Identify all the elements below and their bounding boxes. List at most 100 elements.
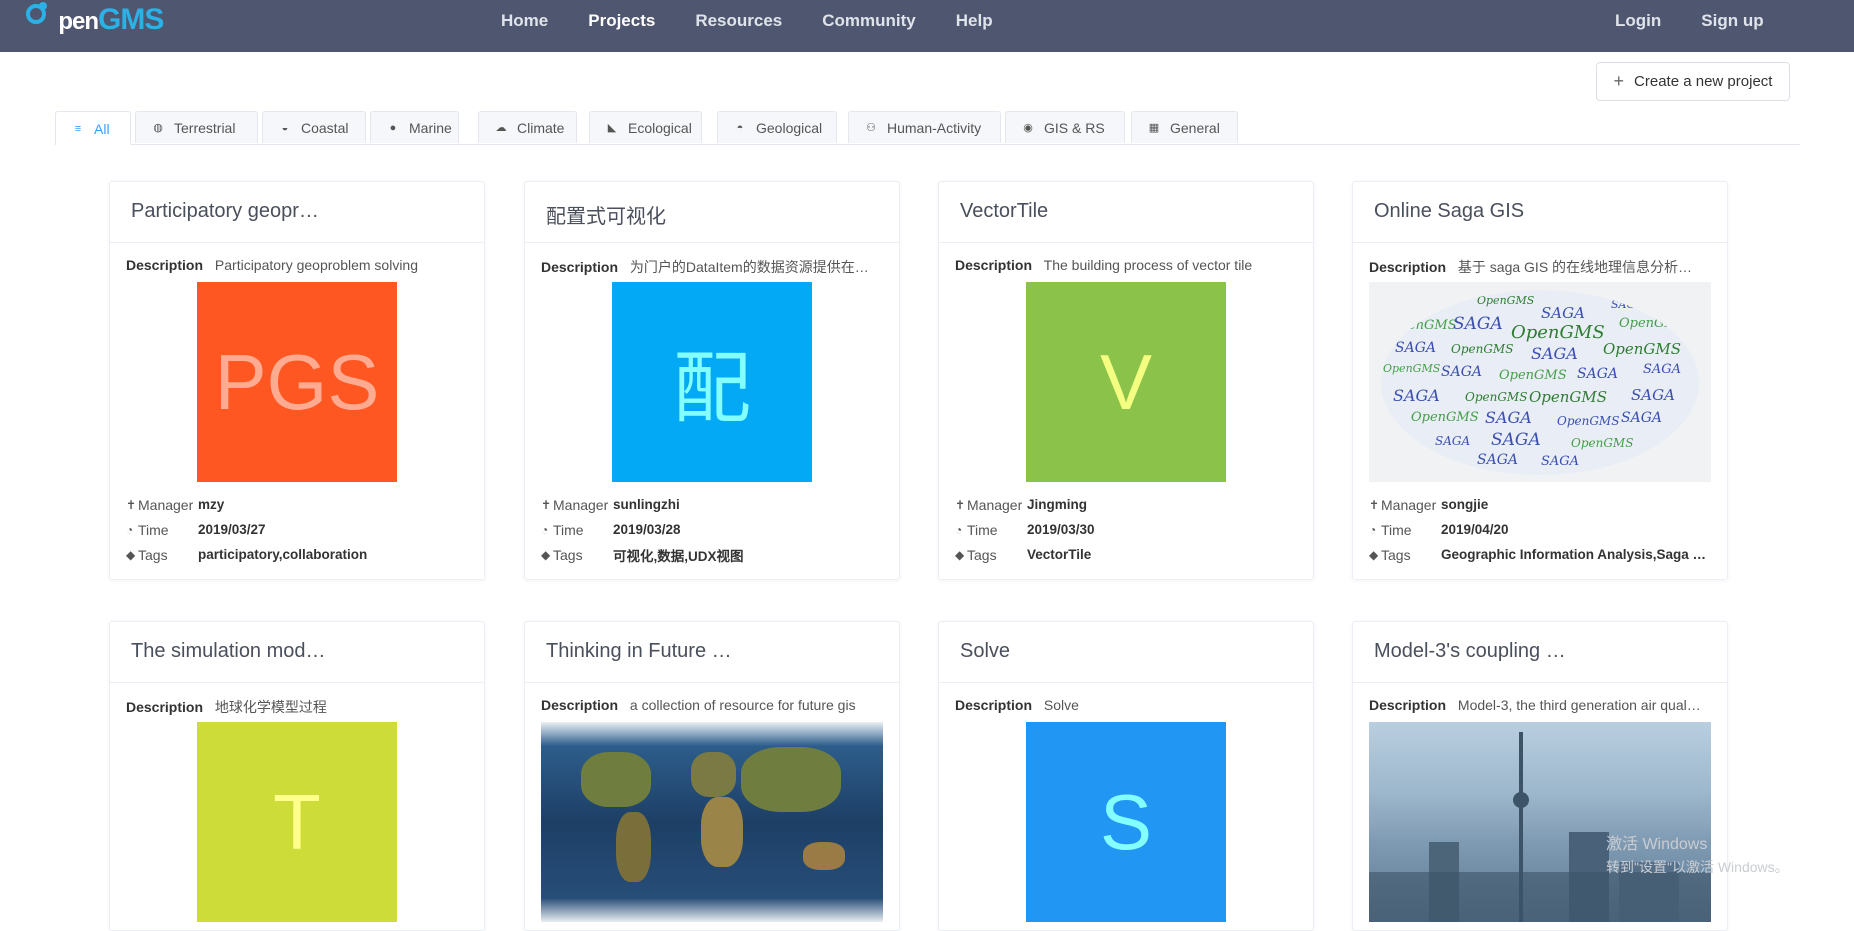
cloud-word: SAGA	[1611, 298, 1644, 311]
project-title[interactable]: Model-3's coupling …	[1353, 622, 1727, 683]
tab-label: Geological	[756, 119, 823, 136]
drop-icon: ●	[389, 121, 397, 134]
tab-label: Terrestrial	[174, 119, 236, 136]
description-text: 为门户的DataItem的数据资源提供在…	[629, 259, 869, 275]
project-card[interactable]: Participatory geopr… Description Partici…	[109, 181, 485, 580]
cloud-word: OpenGMS	[1411, 410, 1479, 425]
project-title[interactable]: VectorTile	[939, 182, 1313, 243]
cloud-word: SAGA	[1541, 304, 1585, 322]
saga-wordcloud-image[interactable]: SAGA OpenGMS SAGA SAGA OpenGMS SAGA Open…	[1369, 282, 1711, 482]
tag-icon: ◆	[955, 547, 965, 562]
person-icon: ✝	[541, 497, 552, 512]
person-icon: ✝	[126, 497, 137, 512]
nav-projects[interactable]: Projects	[568, 11, 675, 31]
description-row: Description Model-3, the third generatio…	[1369, 697, 1711, 717]
project-card[interactable]: Model-3's coupling … Description Model-3…	[1352, 621, 1728, 931]
project-meta: ✝ Manager mzy ◔ Time 2019/03/27 ◆ Tags partici…	[126, 492, 468, 567]
login-link[interactable]: Login	[1595, 11, 1681, 31]
plus-icon: +	[1613, 71, 1625, 91]
tab-geological[interactable]: ◓ Geological	[717, 111, 837, 143]
description-label: Description	[1369, 259, 1447, 275]
landmass	[803, 842, 845, 870]
description-text: The building process of vector tile	[1043, 257, 1253, 273]
tab-gis-rs[interactable]: ◉ GIS & RS	[1005, 111, 1125, 143]
time-label: Time	[1381, 521, 1412, 538]
tab-climate[interactable]: ☁ Climate	[478, 111, 577, 143]
city-skyline-image[interactable]	[1369, 722, 1711, 922]
cloud-word: SAGA	[1401, 298, 1437, 312]
tab-terrestrial[interactable]: ◍ Terrestrial	[135, 111, 258, 143]
clock-icon: ◔	[955, 522, 963, 537]
project-card[interactable]: Online Saga GIS Description 基于 saga GIS …	[1352, 181, 1728, 580]
time-label: Time	[967, 521, 998, 538]
project-title[interactable]: 配置式可视化	[525, 182, 899, 243]
project-title[interactable]: Participatory geopr…	[110, 182, 484, 243]
project-thumbnail[interactable]: 配	[612, 282, 812, 482]
logo-text: OpenGMS	[36, 3, 164, 37]
project-thumbnail[interactable]: PGS	[197, 282, 397, 482]
tab-label: GIS & RS	[1044, 119, 1105, 136]
manager-value: songjie	[1441, 497, 1489, 512]
project-card[interactable]: Thinking in Future … Description a colle…	[524, 621, 900, 931]
watermark-line1: 激活 Windows	[1606, 836, 1708, 853]
manager-value: mzy	[198, 497, 225, 512]
tags-value: 可视化,数据,UDX视图	[613, 548, 744, 564]
description-row: Description Participatory geoproblem sol…	[126, 257, 468, 277]
tower-shape	[1513, 792, 1529, 808]
project-title[interactable]: Thinking in Future …	[525, 622, 899, 683]
description-text: a collection of resource for future gis	[629, 697, 856, 713]
category-tabs: ≡ All ◍ Terrestrial ◒ Coastal ● Marine ☁…	[55, 111, 1800, 145]
tab-label: Coastal	[301, 119, 349, 136]
project-card[interactable]: Solve Description Solve S	[938, 621, 1314, 931]
nav-home[interactable]: Home	[481, 11, 568, 31]
tab-ecological[interactable]: ◣ Ecological	[589, 111, 702, 143]
nav-help[interactable]: Help	[936, 11, 1013, 31]
cloud-word: SAGA	[1531, 344, 1578, 363]
tab-marine[interactable]: ● Marine	[370, 111, 459, 143]
time-label: Time	[553, 521, 584, 538]
tab-coastal[interactable]: ◒ Coastal	[262, 111, 366, 143]
list-icon: ≡	[74, 122, 82, 135]
nav-resources[interactable]: Resources	[675, 11, 802, 31]
tab-label: All	[94, 120, 110, 137]
manager-value: Jingming	[1027, 497, 1087, 512]
wordcloud-ellipse: SAGA OpenGMS SAGA SAGA OpenGMS SAGA Open…	[1381, 290, 1699, 475]
project-card[interactable]: VectorTile Description The building proc…	[938, 181, 1314, 580]
project-title[interactable]: Online Saga GIS	[1353, 182, 1727, 243]
project-title[interactable]: The simulation mod…	[110, 622, 484, 683]
project-title[interactable]: Solve	[939, 622, 1313, 683]
cloud-word: SAGA	[1453, 314, 1503, 334]
cloud-word: SAGA	[1577, 366, 1618, 382]
tab-label: Ecological	[628, 119, 692, 136]
description-label: Description	[126, 699, 204, 715]
description-row: Description 为门户的DataItem的数据资源提供在…	[541, 257, 883, 277]
tab-general[interactable]: ▦ General	[1131, 111, 1238, 143]
project-card[interactable]: 配置式可视化 Description 为门户的DataItem的数据资源提供在……	[524, 181, 900, 580]
globe-icon: ◍	[153, 122, 163, 134]
project-thumbnail[interactable]: V	[1026, 282, 1226, 482]
tags-value: VectorTile	[1027, 547, 1092, 562]
description-text: 地球化学模型过程	[214, 699, 327, 715]
clock-icon: ◔	[1369, 522, 1377, 537]
project-card[interactable]: The simulation mod… Description 地球化学模型过程…	[109, 621, 485, 931]
tags-value: Geographic Information Analysis,Saga …	[1441, 547, 1707, 562]
time-value: 2019/03/28	[613, 522, 681, 537]
world-map-image[interactable]	[541, 722, 883, 922]
description-row: Description Solve	[955, 697, 1297, 717]
project-meta: ✝ Manager Jingming ◔ Time 2019/03/30 ◆ Tags Ve…	[955, 492, 1297, 567]
signup-link[interactable]: Sign up	[1681, 11, 1783, 31]
nav-community[interactable]: Community	[802, 11, 936, 31]
project-thumbnail[interactable]: T	[197, 722, 397, 922]
tab-human-activity[interactable]: ⚇ Human-Activity	[848, 111, 1001, 143]
project-thumbnail[interactable]: S	[1026, 722, 1226, 922]
tab-all[interactable]: ≡ All	[55, 111, 131, 145]
create-project-label: Create a new project	[1634, 73, 1773, 90]
time-value: 2019/04/20	[1441, 522, 1509, 537]
cloud-word: OpenGMS	[1619, 316, 1687, 331]
mountain-icon: ◓	[736, 121, 744, 134]
description-label: Description	[955, 257, 1033, 273]
cloud-word: OpenGMS	[1389, 318, 1457, 333]
create-project-button[interactable]: + Create a new project	[1596, 62, 1790, 101]
logo-main: pen	[58, 8, 99, 35]
description-text: Participatory geoproblem solving	[214, 257, 419, 273]
